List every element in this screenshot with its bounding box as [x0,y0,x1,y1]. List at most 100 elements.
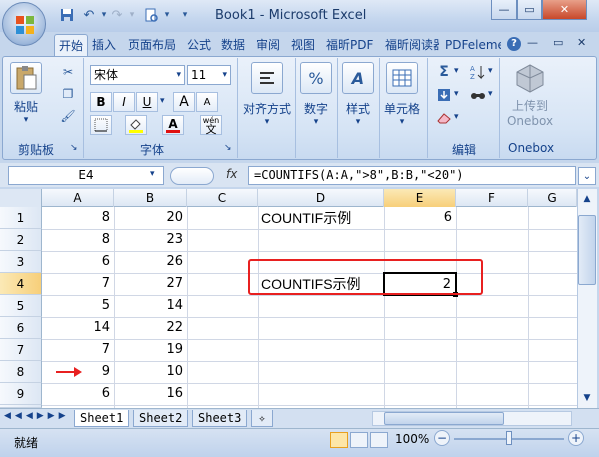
horizontal-scroll-thumb[interactable] [384,412,504,425]
cell-b5[interactable]: 14 [114,295,187,317]
cells-button[interactable]: 单元格 ▾ [384,62,420,127]
name-box[interactable]: E4 [8,166,164,185]
clipboard-launcher-icon[interactable]: ↘ [70,143,78,153]
alignment-button[interactable]: 对齐方式 ▾ [242,62,292,127]
row-header[interactable]: 7 [0,339,42,361]
cell-b9[interactable]: 16 [114,383,187,405]
cell-b6[interactable]: 22 [114,317,187,339]
close-button[interactable]: ✕ [542,0,587,20]
save-icon[interactable] [58,6,76,24]
fill-icon[interactable] [434,85,454,105]
copy-icon[interactable]: ❐ [58,84,78,104]
customize-quick-access-icon[interactable]: ▾ [176,6,194,24]
row-header[interactable]: 9 [0,383,42,405]
cell-a3[interactable]: 6 [42,251,114,273]
zoom-slider-thumb[interactable] [506,431,512,445]
clear-icon[interactable] [434,108,454,128]
cell-b1[interactable]: 20 [114,207,187,229]
bold-button[interactable]: B [90,92,112,112]
sheet-tab-1[interactable]: Sheet1 [74,410,130,427]
number-format-button[interactable]: % 数字 ▾ [300,62,332,127]
font-name-combo[interactable]: 宋体 ▾ [90,65,185,85]
column-header-selected[interactable]: E [384,189,456,207]
italic-button[interactable]: I [113,92,135,112]
grow-font-button[interactable]: A [173,92,195,112]
tab-foxit-pdf[interactable]: 福昕PDF [322,34,377,56]
tab-page-layout[interactable]: 页面布局 [124,34,180,56]
normal-view-icon[interactable] [330,432,348,448]
zoom-level[interactable]: 100% [395,432,429,446]
formula-bar-divider[interactable] [170,167,214,185]
shrink-font-button[interactable]: A [196,92,218,112]
scroll-thumb[interactable] [578,215,596,285]
ribbon-close-button[interactable]: ✕ [577,36,586,49]
cell-a9[interactable]: 6 [42,383,114,405]
tab-view[interactable]: 视图 [287,34,319,56]
cell-e1[interactable]: 6 [384,207,456,229]
select-all-button[interactable] [0,189,42,207]
column-header[interactable]: B [114,189,187,207]
upload-onebox-button[interactable]: 上传到 Onebox [505,62,555,128]
insert-function-button[interactable]: fx [226,167,237,181]
row-header[interactable]: 6 [0,317,42,339]
cell-b4[interactable]: 27 [114,273,187,295]
cell-a1[interactable]: 8 [42,207,114,229]
font-size-combo[interactable]: 11 ▾ [187,65,231,85]
cell-d1[interactable]: COUNTIF示例 [261,207,383,229]
zoom-out-button[interactable]: − [434,430,450,446]
sheet-tab-3[interactable]: Sheet3 [192,410,248,427]
insert-sheet-icon[interactable]: ✧ [251,410,273,427]
cut-icon[interactable]: ✂ [58,62,78,82]
column-header[interactable]: A [42,189,114,207]
paste-button[interactable]: 粘贴 ▾ [10,62,42,125]
zoom-in-button[interactable]: + [568,430,584,446]
underline-button[interactable]: U [136,92,158,112]
row-header[interactable]: 8 [0,361,42,383]
paste-dropdown-icon[interactable]: ▾ [24,115,29,125]
redo-dropdown-icon[interactable]: ▾ [123,6,141,24]
minimize-button[interactable]: — [491,0,517,20]
print-preview-dropdown-icon[interactable]: ▾ [158,6,176,24]
font-color-button[interactable]: A [162,115,184,135]
find-dropdown-icon[interactable]: ▾ [488,89,493,99]
cell-a6[interactable]: 14 [42,317,114,339]
phonetic-button[interactable]: wén 文 [200,115,222,135]
row-header-selected[interactable]: 4 [0,273,42,295]
sheet-tab-2[interactable]: Sheet2 [133,410,189,427]
row-header[interactable]: 5 [0,295,42,317]
styles-button[interactable]: A 样式 ▾ [342,62,374,127]
underline-dropdown-icon[interactable]: ▾ [160,96,165,106]
ribbon-minimize-button[interactable]: — [527,36,538,49]
cell-a2[interactable]: 8 [42,229,114,251]
cell-a5[interactable]: 5 [42,295,114,317]
restore-button[interactable]: ▭ [517,0,542,20]
ribbon-restore-button[interactable]: ▭ [553,36,563,49]
font-launcher-icon[interactable]: ↘ [224,143,232,153]
name-box-dropdown-icon[interactable]: ▾ [150,169,155,179]
page-break-view-icon[interactable] [370,432,388,448]
tab-pdfelement[interactable]: PDFelement [441,34,501,56]
autosum-dropdown-icon[interactable]: ▾ [454,66,459,76]
cell-b2[interactable]: 23 [114,229,187,251]
cell-b8[interactable]: 10 [114,361,187,383]
cell-a4[interactable]: 7 [42,273,114,295]
tab-review[interactable]: 审阅 [252,34,284,56]
borders-button[interactable] [90,115,112,135]
sheet-nav-icons[interactable]: ◀◀◀▶▶▶ [4,411,70,421]
tab-insert[interactable]: 插入 [88,34,120,56]
sort-dropdown-icon[interactable]: ▾ [488,66,493,76]
column-header[interactable]: G [528,189,577,207]
expand-formula-bar-icon[interactable]: ⌄ [578,167,596,185]
format-painter-icon[interactable]: 🖌 [58,106,78,126]
row-header[interactable]: 3 [0,251,42,273]
tab-home[interactable]: 开始 [54,34,89,56]
help-icon[interactable]: ? [507,37,521,51]
sort-filter-icon[interactable]: AZ [468,62,488,82]
tab-formulas[interactable]: 公式 [183,34,215,56]
clear-dropdown-icon[interactable]: ▾ [454,112,459,122]
cell-a7[interactable]: 7 [42,339,114,361]
autosum-icon[interactable]: Σ [434,62,454,82]
fill-dropdown-icon[interactable]: ▾ [454,89,459,99]
tab-foxit-reader[interactable]: 福昕阅读器 [381,34,439,56]
scroll-up-icon[interactable]: ▲ [578,190,596,208]
